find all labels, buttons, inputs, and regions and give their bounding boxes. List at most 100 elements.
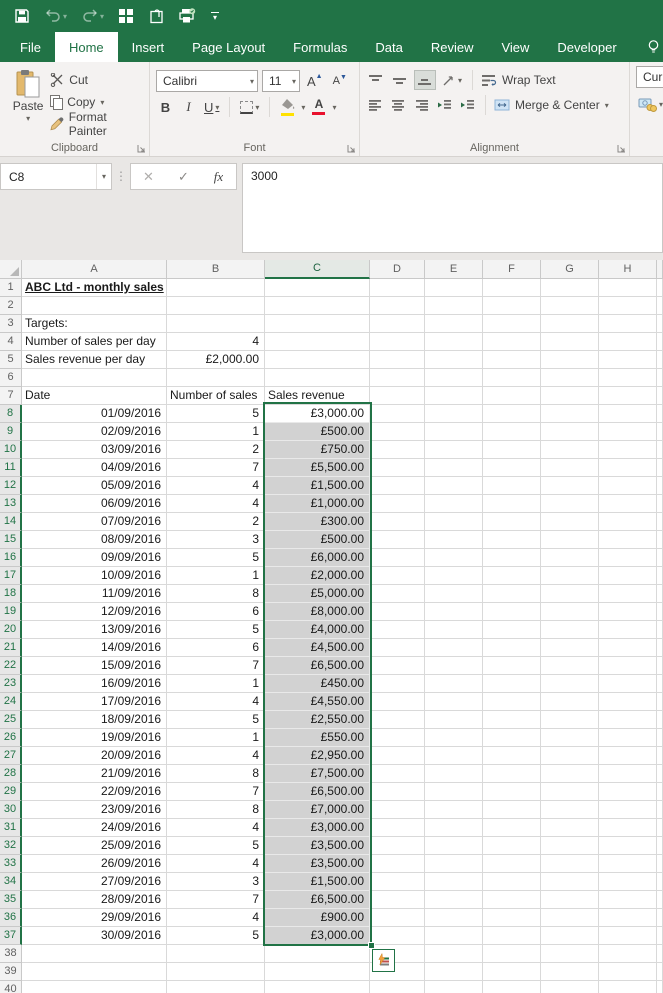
cell-H38[interactable] <box>599 945 657 963</box>
top-align-button[interactable] <box>366 70 386 90</box>
middle-align-button[interactable] <box>390 70 410 90</box>
cell-A31[interactable]: 24/09/2016 <box>22 819 167 837</box>
row-header-36[interactable]: 36 <box>0 909 22 927</box>
cell-A33[interactable]: 26/09/2016 <box>22 855 167 873</box>
cell-B6[interactable] <box>167 369 265 387</box>
fill-color-button[interactable] <box>278 97 297 117</box>
cell-G6[interactable] <box>541 369 599 387</box>
cell-H8[interactable] <box>599 405 657 423</box>
cell-H28[interactable] <box>599 765 657 783</box>
cell-E5[interactable] <box>425 351 483 369</box>
cell-C34[interactable]: £1,500.00 <box>265 873 370 891</box>
merge-center-button[interactable]: Merge & Center ▾ <box>494 98 609 112</box>
cell-E6[interactable] <box>425 369 483 387</box>
cell-F2[interactable] <box>483 297 541 315</box>
row-header-12[interactable]: 12 <box>0 477 22 495</box>
cell-A32[interactable]: 25/09/2016 <box>22 837 167 855</box>
row-header-38[interactable]: 38 <box>0 945 22 963</box>
row-header-28[interactable]: 28 <box>0 765 22 783</box>
cell-F16[interactable] <box>483 549 541 567</box>
name-box[interactable]: C8 ▾ <box>0 163 112 190</box>
cell-H33[interactable] <box>599 855 657 873</box>
cell-E20[interactable] <box>425 621 483 639</box>
cell-C4[interactable] <box>265 333 370 351</box>
cell-H15[interactable] <box>599 531 657 549</box>
row-header-18[interactable]: 18 <box>0 585 22 603</box>
cell-E26[interactable] <box>425 729 483 747</box>
cell-H34[interactable] <box>599 873 657 891</box>
cell-C26[interactable]: £550.00 <box>265 729 370 747</box>
cell-D1[interactable] <box>370 279 425 297</box>
cell-A10[interactable]: 03/09/2016 <box>22 441 167 459</box>
cell-H4[interactable] <box>599 333 657 351</box>
cell-F39[interactable] <box>483 963 541 981</box>
row-header-29[interactable]: 29 <box>0 783 22 801</box>
cell-H27[interactable] <box>599 747 657 765</box>
switch-windows-button[interactable] <box>119 8 134 24</box>
row-header-3[interactable]: 3 <box>0 315 22 333</box>
cell-A14[interactable]: 07/09/2016 <box>22 513 167 531</box>
clipboard-dialog-launcher[interactable] <box>137 144 146 153</box>
cell-E4[interactable] <box>425 333 483 351</box>
cell-B7[interactable]: Number of sales <box>167 387 265 405</box>
cell-B11[interactable]: 7 <box>167 459 265 477</box>
cell-B5[interactable]: £2,000.00 <box>167 351 265 369</box>
cell-F9[interactable] <box>483 423 541 441</box>
row-header-19[interactable]: 19 <box>0 603 22 621</box>
cell-D7[interactable] <box>370 387 425 405</box>
row-header-22[interactable]: 22 <box>0 657 22 675</box>
cell-C14[interactable]: £300.00 <box>265 513 370 531</box>
cell-D5[interactable] <box>370 351 425 369</box>
tab-page-layout[interactable]: Page Layout <box>178 32 279 62</box>
row-header-6[interactable]: 6 <box>0 369 22 387</box>
cell-H19[interactable] <box>599 603 657 621</box>
column-header-A[interactable]: A <box>22 260 167 279</box>
cell-B32[interactable]: 5 <box>167 837 265 855</box>
row-header-37[interactable]: 37 <box>0 927 22 945</box>
cell-H30[interactable] <box>599 801 657 819</box>
cell-D3[interactable] <box>370 315 425 333</box>
cell-F19[interactable] <box>483 603 541 621</box>
cell-F26[interactable] <box>483 729 541 747</box>
cell-E28[interactable] <box>425 765 483 783</box>
cell-E31[interactable] <box>425 819 483 837</box>
cell-B36[interactable]: 4 <box>167 909 265 927</box>
cell-D31[interactable] <box>370 819 425 837</box>
row-header-7[interactable]: 7 <box>0 387 22 405</box>
font-name-combo[interactable]: Calibri ▾ <box>156 70 258 92</box>
cell-C36[interactable]: £900.00 <box>265 909 370 927</box>
row-header-40[interactable]: 40 <box>0 981 22 993</box>
cell-B16[interactable]: 5 <box>167 549 265 567</box>
cell-A25[interactable]: 18/09/2016 <box>22 711 167 729</box>
cell-A2[interactable] <box>22 297 167 315</box>
cell-B25[interactable]: 5 <box>167 711 265 729</box>
column-header-D[interactable]: D <box>370 260 425 279</box>
cell-B37[interactable]: 5 <box>167 927 265 945</box>
cell-F14[interactable] <box>483 513 541 531</box>
cell-C8[interactable]: £3,000.00 <box>265 405 370 423</box>
cell-D25[interactable] <box>370 711 425 729</box>
cell-H26[interactable] <box>599 729 657 747</box>
cell-H36[interactable] <box>599 909 657 927</box>
cell-G1[interactable] <box>541 279 599 297</box>
cell-C35[interactable]: £6,500.00 <box>265 891 370 909</box>
cell-B34[interactable]: 3 <box>167 873 265 891</box>
paste-button[interactable]: Paste ▾ <box>6 66 50 138</box>
cell-E24[interactable] <box>425 693 483 711</box>
cell-A26[interactable]: 19/09/2016 <box>22 729 167 747</box>
cell-D4[interactable] <box>370 333 425 351</box>
cell-G22[interactable] <box>541 657 599 675</box>
cell-C9[interactable]: £500.00 <box>265 423 370 441</box>
alignment-dialog-launcher[interactable] <box>617 144 626 153</box>
row-header-24[interactable]: 24 <box>0 693 22 711</box>
align-left-button[interactable] <box>366 95 385 115</box>
cell-H35[interactable] <box>599 891 657 909</box>
orientation-button[interactable]: ▾ <box>440 70 464 90</box>
cell-D20[interactable] <box>370 621 425 639</box>
cell-B12[interactable]: 4 <box>167 477 265 495</box>
cell-C22[interactable]: £6,500.00 <box>265 657 370 675</box>
cell-G25[interactable] <box>541 711 599 729</box>
cell-B8[interactable]: 5 <box>167 405 265 423</box>
cell-A37[interactable]: 30/09/2016 <box>22 927 167 945</box>
cell-A28[interactable]: 21/09/2016 <box>22 765 167 783</box>
